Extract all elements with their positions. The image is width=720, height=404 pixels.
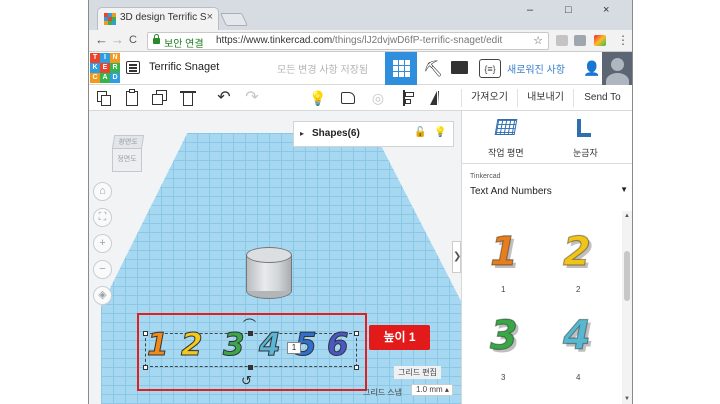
panel-tools: 작업 평면 눈금자 xyxy=(462,111,632,164)
zoom-out-icon[interactable]: − xyxy=(93,260,112,279)
library-shape-digit[interactable]: 3 xyxy=(489,312,518,359)
pickaxe-icon[interactable]: ⛏ xyxy=(423,59,443,79)
lock-icon[interactable]: 🔓 xyxy=(414,127,426,138)
zoom-in-icon[interactable]: + xyxy=(93,234,112,253)
tab-title: 3D design Terrific Snage xyxy=(120,12,206,23)
snap-grid-select[interactable]: 1.0 mm ▴ xyxy=(411,384,453,396)
extension-icon[interactable] xyxy=(556,35,568,46)
edit-grid-button[interactable]: 그리드 편집 xyxy=(394,366,442,379)
address-bar-row: ← → C 보안 연결 https://www.tinkercad.com/th… xyxy=(89,30,632,52)
align-icon[interactable] xyxy=(401,89,419,107)
library-shape-digit[interactable]: 2 xyxy=(562,228,591,275)
copy-icon[interactable] xyxy=(95,89,113,107)
export-button[interactable]: 내보내기 xyxy=(517,89,573,107)
design-name[interactable]: Terrific Snaget xyxy=(149,61,219,73)
undo-icon[interactable]: ↶ xyxy=(215,89,233,107)
collapse-panel-button[interactable]: ❯ xyxy=(452,241,461,273)
browser-menu-icon[interactable]: ⋮ xyxy=(617,33,629,47)
library-shape-label: 3 xyxy=(501,373,506,382)
save-status: 모든 변경 사항 저장됨 xyxy=(277,65,369,76)
highlight-rectangle xyxy=(137,313,367,391)
extension-icon[interactable] xyxy=(574,35,586,46)
view-cube[interactable]: 평면도 정면도 xyxy=(110,135,146,175)
reload-icon[interactable]: C xyxy=(129,33,137,47)
snap-grid-label: 그리드 스냅 xyxy=(363,388,403,397)
shapes-count: Shapes(6) xyxy=(312,128,360,139)
bookmark-star-icon[interactable]: ☆ xyxy=(533,34,543,47)
workplane-area[interactable]: 평면도 정면도 ⌂ ⛶ + − ◈ ▸ Shapes(6) 🔓 💡 1 2 3 … xyxy=(89,111,461,404)
edit-toolbar: ↶ ↷ 💡 ◎ 가져오기 내보내기 Send To xyxy=(89,85,632,111)
redo-icon[interactable]: ↷ xyxy=(243,89,261,107)
workplane-icon[interactable] xyxy=(494,119,518,135)
library-shape-digit[interactable]: 4 xyxy=(562,312,591,359)
cylinder-shape[interactable] xyxy=(246,247,292,299)
design-menu-icon[interactable] xyxy=(126,61,140,74)
library-name: Text And Numbers xyxy=(470,186,552,197)
browser-window: 3D design Terrific Snage × – □ × ← → C 보… xyxy=(88,0,633,404)
tab-strip: 3D design Terrific Snage × – □ × xyxy=(89,0,632,30)
shapes-panel: 작업 평면 눈금자 Tinkercad Text And Numbers ▼ ▲… xyxy=(461,111,632,404)
codeblocks-icon[interactable]: {≡} xyxy=(479,59,501,78)
light-bulb-icon[interactable]: 💡 xyxy=(309,89,327,107)
note-shape-icon[interactable] xyxy=(339,89,357,107)
url-field[interactable]: 보안 연결 https://www.tinkercad.com/things/l… xyxy=(147,32,549,50)
minimize-button[interactable]: – xyxy=(527,4,533,16)
expand-triangle-icon[interactable]: ▸ xyxy=(300,129,304,138)
light-bulb-icon[interactable]: 💡 xyxy=(434,127,446,138)
new-tab-button[interactable] xyxy=(219,13,249,26)
lock-icon xyxy=(153,34,160,44)
library-shape-label: 2 xyxy=(576,285,581,294)
new-features-link[interactable]: 새로워진 사항 xyxy=(507,61,565,76)
fit-view-icon[interactable]: ⛶ xyxy=(93,208,112,227)
workplane-label[interactable]: 작업 평면 xyxy=(488,146,524,159)
send-to-button[interactable]: Send To xyxy=(573,89,631,107)
library-source: Tinkercad xyxy=(470,173,501,180)
library-shape-digit[interactable]: 1 xyxy=(489,228,518,275)
paste-icon[interactable] xyxy=(123,89,141,107)
ruler-label[interactable]: 눈금자 xyxy=(573,146,598,159)
library-select[interactable]: Tinkercad Text And Numbers ▼ xyxy=(470,173,628,211)
avatar[interactable] xyxy=(602,52,632,85)
3d-view-button[interactable] xyxy=(385,52,417,85)
mirror-icon[interactable] xyxy=(429,89,447,107)
url-text: https://www.tinkercad.com/things/lJ2dvjw… xyxy=(216,35,503,46)
extension-icon[interactable] xyxy=(594,35,606,46)
secure-label: 보안 연결 xyxy=(164,39,204,50)
tinkercad-favicon-icon xyxy=(104,13,116,25)
forward-icon[interactable]: → xyxy=(111,33,124,47)
group-icon[interactable]: ◎ xyxy=(369,89,387,107)
delete-icon[interactable] xyxy=(179,89,197,107)
home-view-icon[interactable]: ⌂ xyxy=(93,182,112,201)
library-shape-label: 4 xyxy=(576,373,581,382)
dropdown-caret-icon: ▼ xyxy=(620,185,628,194)
shapes-inspector[interactable]: ▸ Shapes(6) 🔓 💡 xyxy=(293,121,454,147)
import-button[interactable]: 가져오기 xyxy=(461,89,517,107)
back-icon[interactable]: ← xyxy=(95,33,108,47)
tab-close-icon[interactable]: × xyxy=(207,11,213,23)
add-user-icon[interactable]: 👤 xyxy=(583,60,600,77)
duplicate-icon[interactable] xyxy=(151,89,169,107)
tinkercad-logo[interactable]: T I N K E R C A D xyxy=(90,53,120,83)
height-badge: 높이 1 xyxy=(369,325,430,350)
library-shape-label: 1 xyxy=(501,285,506,294)
close-window-button[interactable]: × xyxy=(603,4,609,16)
maximize-button[interactable]: □ xyxy=(565,4,572,16)
scroll-down-icon: ▼ xyxy=(624,396,630,402)
orthographic-view-icon[interactable]: ◈ xyxy=(93,286,112,305)
scroll-up-icon: ▲ xyxy=(624,213,630,219)
browser-tab[interactable]: 3D design Terrific Snage × xyxy=(97,7,219,30)
panel-scrollbar[interactable]: ▲ ▼ xyxy=(622,211,632,404)
brick-icon[interactable] xyxy=(451,61,468,74)
ruler-icon[interactable] xyxy=(577,119,591,137)
app-header: T I N K E R C A D Terrific Snaget 모든 변경 … xyxy=(89,52,632,85)
